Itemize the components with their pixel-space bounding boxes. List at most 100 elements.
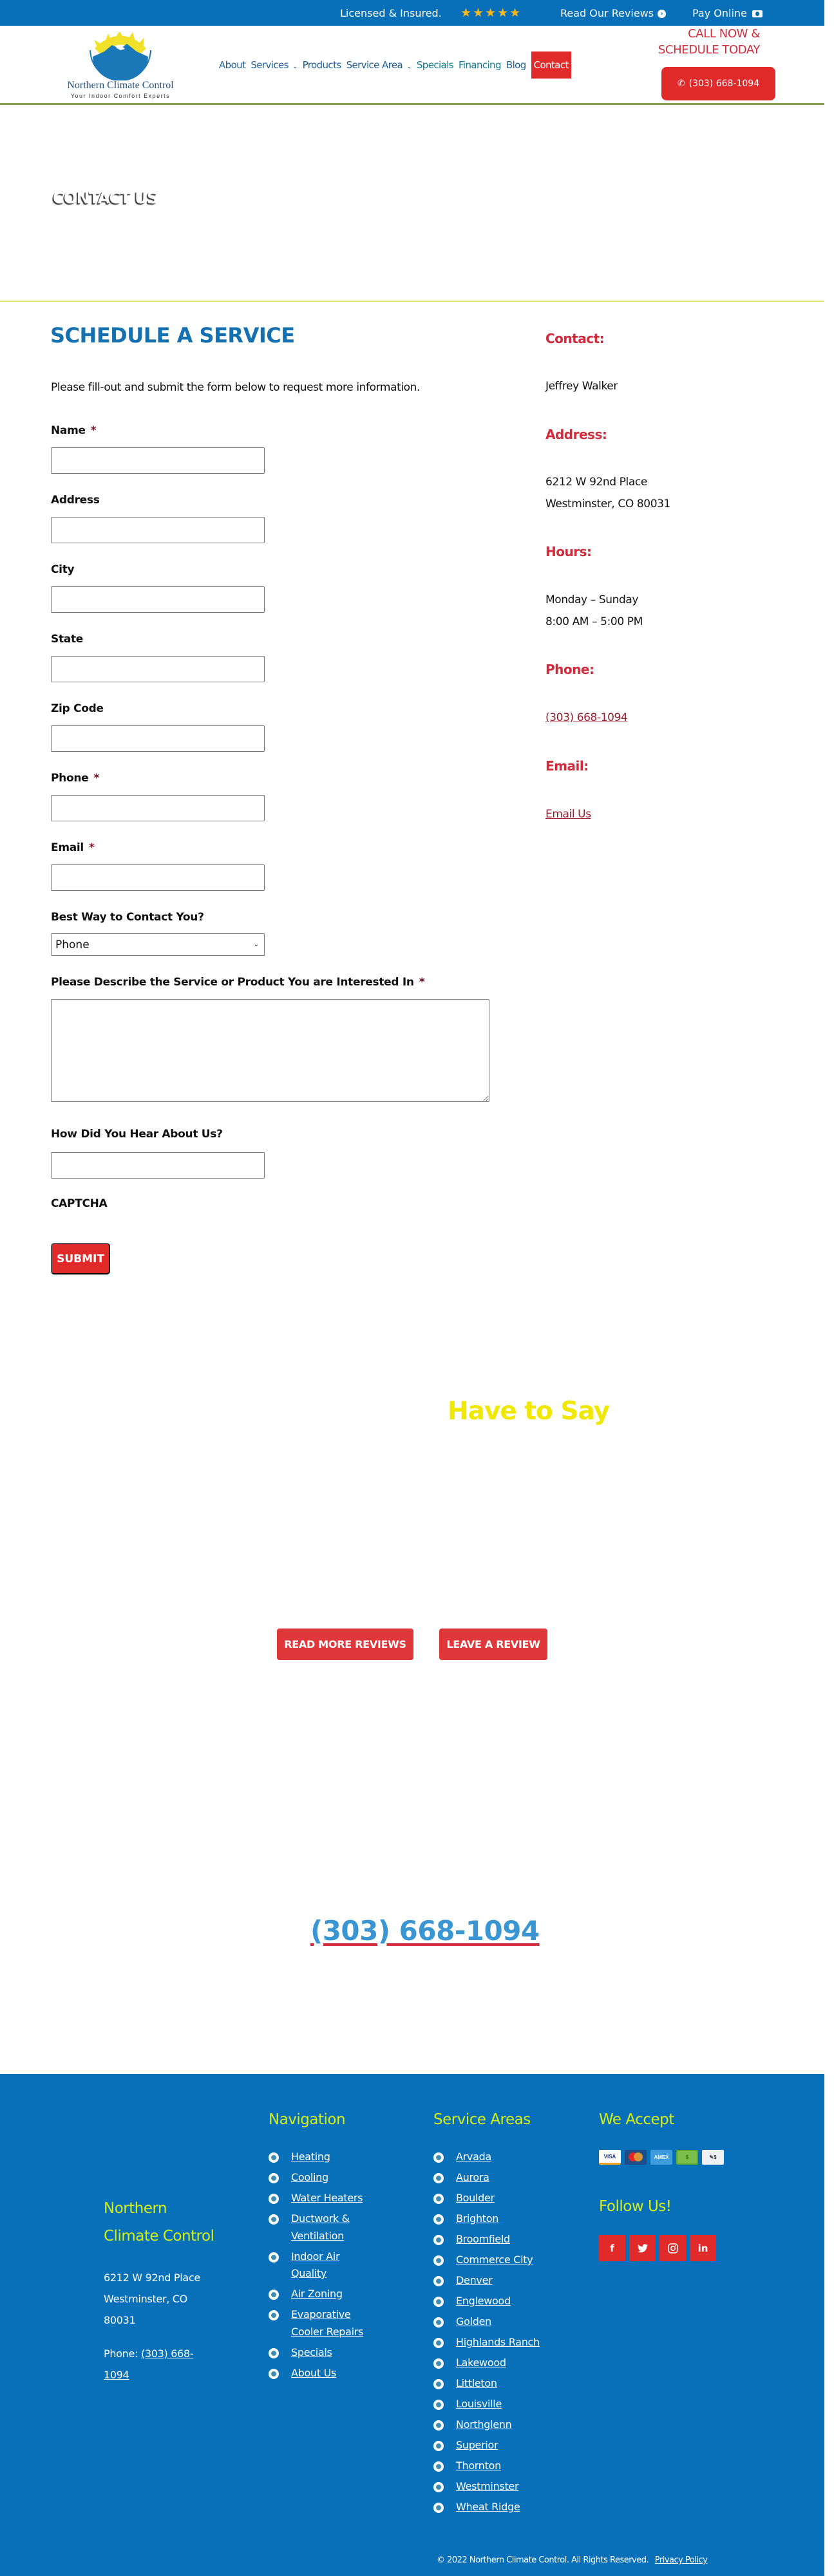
- read-more-reviews-button[interactable]: READ MORE REVIEWS: [277, 1629, 413, 1660]
- footer-link-about-us[interactable]: About Us: [291, 2367, 336, 2379]
- footer-accept-heading: We Accept: [599, 2111, 674, 2128]
- address-label: Address: [51, 494, 100, 507]
- circle-bullet-icon: [433, 2255, 444, 2266]
- header-phone-button[interactable]: ✆ (303) 668-1094: [661, 67, 775, 100]
- chevron-down-icon: ⌄: [253, 941, 259, 948]
- name-field[interactable]: [51, 447, 265, 474]
- footer-area-link[interactable]: Arvada: [456, 2151, 491, 2163]
- footer-link-indoor-air-quality[interactable]: Indoor Air Quality: [291, 2250, 340, 2280]
- footer-link-ductwork[interactable]: Ductwork & Ventilation: [291, 2212, 350, 2242]
- circle-bullet-icon: [433, 2503, 444, 2513]
- twitter-icon[interactable]: [629, 2235, 656, 2261]
- footer-area-item: Broomfield: [433, 2231, 562, 2248]
- footer-area-link[interactable]: Denver: [456, 2274, 493, 2286]
- nav-about[interactable]: About: [219, 59, 246, 71]
- footer-areas-list: Arvada Aurora Boulder Brighton Broomfield Com…: [433, 2149, 562, 2519]
- footer-nav-item: Heating: [269, 2149, 378, 2166]
- footer-link-specials[interactable]: Specials: [291, 2346, 332, 2358]
- mastercard-icon: [625, 2150, 647, 2165]
- nav-service-area[interactable]: Service Area ⌄: [346, 59, 412, 71]
- nav-financing-label: Financing: [458, 59, 502, 71]
- nav-about-label: About: [219, 59, 246, 71]
- hear-about-label: How Did You Hear About Us?: [51, 1128, 223, 1141]
- footer-area-item: Arvada: [433, 2149, 562, 2166]
- address-field[interactable]: [51, 517, 265, 543]
- footer-area-link[interactable]: Littleton: [456, 2377, 497, 2389]
- top-bar: Licensed & Insured. ★★★★★ Read Our Revie…: [0, 0, 824, 26]
- facebook-icon[interactable]: f: [599, 2235, 625, 2261]
- footer-area-link[interactable]: Superior: [456, 2439, 498, 2451]
- description-textarea[interactable]: [51, 999, 489, 1102]
- footer-nav-item: Indoor Air Quality: [269, 2248, 378, 2282]
- footer-area-link[interactable]: Aurora: [456, 2171, 489, 2183]
- copyright-text: © 2022 Northern Climate Control. All Rig…: [437, 2555, 649, 2565]
- circle-bullet-icon: [433, 2338, 444, 2348]
- state-field[interactable]: [51, 656, 265, 682]
- email-us-link[interactable]: Email Us: [545, 808, 591, 821]
- footer-area-link[interactable]: Westminster: [456, 2480, 519, 2492]
- nav-contact[interactable]: Contact: [531, 51, 571, 79]
- footer-phone: Phone: (303) 668-1094: [104, 2343, 216, 2385]
- read-reviews-link[interactable]: Read Our Reviews ›: [560, 7, 667, 19]
- footer-area-link[interactable]: Broomfield: [456, 2233, 510, 2245]
- nav-financing[interactable]: Financing: [458, 59, 502, 71]
- payment-icons: VISA AMEX $ ✎$: [599, 2150, 724, 2165]
- city-field[interactable]: [51, 586, 265, 613]
- logo-tagline: Your Indoor Comfort Experts: [70, 93, 171, 99]
- footer-area-link[interactable]: Boulder: [456, 2192, 495, 2204]
- address-block: 6212 W 92nd Place Westminster, CO 80031: [545, 471, 670, 515]
- footer-area-link[interactable]: Northglenn: [456, 2418, 512, 2431]
- contact-method-value: Phone: [55, 938, 90, 951]
- required-mark: *: [88, 841, 95, 854]
- form-title: SCHEDULE A SERVICE: [50, 323, 295, 348]
- main-nav: About Services ⌄ Products Service Area ⌄ S…: [219, 51, 571, 79]
- footer-link-heating[interactable]: Heating: [291, 2151, 330, 2163]
- privacy-policy-link[interactable]: Privacy Policy: [655, 2555, 708, 2565]
- circle-bullet-icon: [433, 2358, 444, 2369]
- footer-link-water-heaters[interactable]: Water Heaters: [291, 2192, 363, 2204]
- footer-link-air-zoning[interactable]: Air Zoning: [291, 2288, 343, 2300]
- nav-blog[interactable]: Blog: [506, 59, 526, 71]
- footer-area-link[interactable]: Golden: [456, 2315, 491, 2328]
- sidebar-phone-link[interactable]: (303) 668-1094: [545, 711, 628, 724]
- linkedin-icon[interactable]: in: [690, 2235, 716, 2261]
- zip-field[interactable]: [51, 725, 265, 752]
- logo[interactable]: Northern Climate Control Your Indoor Com…: [53, 31, 188, 103]
- email-field[interactable]: [51, 864, 265, 891]
- phone-field[interactable]: [51, 795, 265, 821]
- contact-method-select[interactable]: Phone ⌄: [51, 933, 265, 956]
- pay-online-link[interactable]: Pay Online: [692, 7, 763, 19]
- footer-area-link[interactable]: Thornton: [456, 2459, 501, 2472]
- nav-products[interactable]: Products: [303, 59, 342, 71]
- footer-area-link[interactable]: Lakewood: [456, 2357, 506, 2369]
- hear-about-field[interactable]: [51, 1152, 265, 1179]
- footer-area-link[interactable]: Wheat Ridge: [456, 2501, 520, 2513]
- nav-specials[interactable]: Specials: [416, 59, 454, 71]
- circle-bullet-icon: [269, 2152, 279, 2163]
- nav-services[interactable]: Services ⌄: [251, 59, 298, 71]
- footer-area-link[interactable]: Commerce City: [456, 2254, 533, 2266]
- footer-link-evaporative-cooler[interactable]: Evaporative Cooler Repairs: [291, 2308, 363, 2338]
- footer-area-link[interactable]: Englewood: [456, 2295, 511, 2307]
- footer-area-item: Boulder: [433, 2190, 562, 2207]
- submit-button[interactable]: SUBMIT: [51, 1243, 110, 1274]
- name-label-text: Name: [51, 424, 86, 437]
- page-title: CONTACT US: [53, 189, 158, 207]
- nav-specials-label: Specials: [416, 59, 454, 71]
- chevron-down-icon: ⌄: [406, 63, 412, 70]
- circle-bullet-icon: [433, 2400, 444, 2410]
- site-header: Northern Climate Control Your Indoor Com…: [0, 26, 824, 103]
- footer-nav-heading: Navigation: [269, 2111, 346, 2128]
- footer-area-link[interactable]: Louisville: [456, 2398, 502, 2410]
- instagram-icon[interactable]: [659, 2235, 686, 2261]
- footer-area-link[interactable]: Highlands Ranch: [456, 2336, 540, 2348]
- required-mark: *: [419, 976, 425, 989]
- leave-review-button[interactable]: LEAVE A REVIEW: [439, 1629, 547, 1660]
- circle-bullet-icon: [269, 2290, 279, 2300]
- footer-area-link[interactable]: Brighton: [456, 2212, 498, 2225]
- footer-nav-item: Specials: [269, 2344, 378, 2362]
- email-label: Email *: [51, 841, 95, 854]
- call-section-phone-link[interactable]: (303) 668-1094: [310, 1915, 540, 1946]
- footer-link-cooling[interactable]: Cooling: [291, 2171, 328, 2183]
- read-reviews-label: Read Our Reviews: [560, 7, 654, 19]
